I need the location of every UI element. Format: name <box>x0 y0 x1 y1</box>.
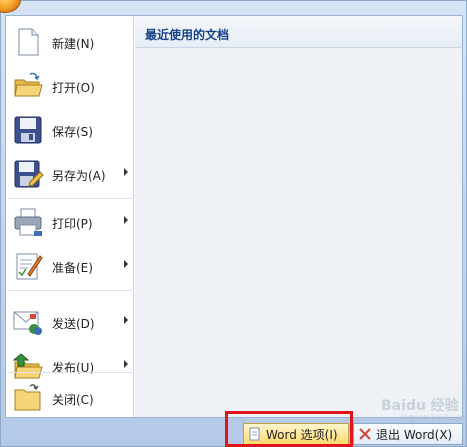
submenu-arrow-icon <box>124 316 128 324</box>
word-options-label: Word 选项(I) <box>266 427 338 442</box>
word-options-button[interactable]: Word 选项(I) <box>243 423 349 445</box>
menu-item-close[interactable]: 关闭(C) <box>6 376 134 420</box>
recent-documents-title: 最近使用的文档 <box>145 28 230 42</box>
close-folder-icon <box>12 382 44 414</box>
menu-item-label: 保存(S) <box>52 125 93 139</box>
menu-item-label: 准备(E) <box>52 261 93 275</box>
submenu-arrow-icon <box>124 216 128 224</box>
menu-footer: Word 选项(I) 退出 Word(X) <box>1 418 467 447</box>
document-settings-icon <box>248 427 262 441</box>
menu-divider <box>8 198 132 199</box>
menu-item-label: 打开(O) <box>52 81 95 95</box>
submenu-arrow-icon <box>124 168 128 176</box>
menu-item-label: 发布(U) <box>52 361 95 375</box>
watermark-logo: Baidu 经验 <box>381 398 459 414</box>
save-as-icon <box>12 158 44 190</box>
menu-item-save[interactable]: 保存(S) <box>6 108 134 152</box>
menu-item-new[interactable]: 新建(N) <box>6 20 134 64</box>
exit-word-button[interactable]: 退出 Word(X) <box>353 423 463 445</box>
menu-item-send[interactable]: 发送(D) <box>6 300 134 344</box>
menu-item-print[interactable]: 打印(P) <box>6 200 134 244</box>
menu-divider <box>8 290 132 291</box>
menu-item-open[interactable]: 打开(O) <box>6 64 134 108</box>
menu-item-label: 打印(P) <box>52 217 93 231</box>
submenu-arrow-icon <box>124 260 128 268</box>
save-disk-icon <box>12 114 44 146</box>
menu-item-label: 发送(D) <box>52 317 95 331</box>
submenu-arrow-icon <box>124 360 128 368</box>
office-button-icon[interactable] <box>0 0 21 13</box>
menu-divider <box>8 372 132 373</box>
menu-item-save-as[interactable]: 另存为(A) <box>6 152 134 196</box>
recent-documents-header: 最近使用的文档 <box>135 16 462 48</box>
office-menu-window: 新建(N) 打开(O) 保存(S) 另存为(A) 打印(P) 准备(E) 发送(… <box>0 0 467 447</box>
menu-item-label: 另存为(A) <box>52 169 106 183</box>
office-menu-panel: 新建(N) 打开(O) 保存(S) 另存为(A) 打印(P) 准备(E) 发送(… <box>5 15 463 418</box>
menu-item-label: 关闭(C) <box>52 393 94 407</box>
open-folder-icon <box>12 70 44 102</box>
recent-documents-pane: 最近使用的文档 <box>135 16 462 417</box>
close-x-icon <box>358 427 372 441</box>
menu-command-list: 新建(N) 打开(O) 保存(S) 另存为(A) 打印(P) 准备(E) 发送(… <box>6 16 134 417</box>
new-document-icon <box>12 26 44 58</box>
exit-word-label: 退出 Word(X) <box>376 427 453 442</box>
send-icon <box>12 306 44 338</box>
prepare-icon <box>12 250 44 282</box>
menu-item-prepare[interactable]: 准备(E) <box>6 244 134 288</box>
menu-item-label: 新建(N) <box>52 37 95 51</box>
printer-icon <box>12 206 44 238</box>
